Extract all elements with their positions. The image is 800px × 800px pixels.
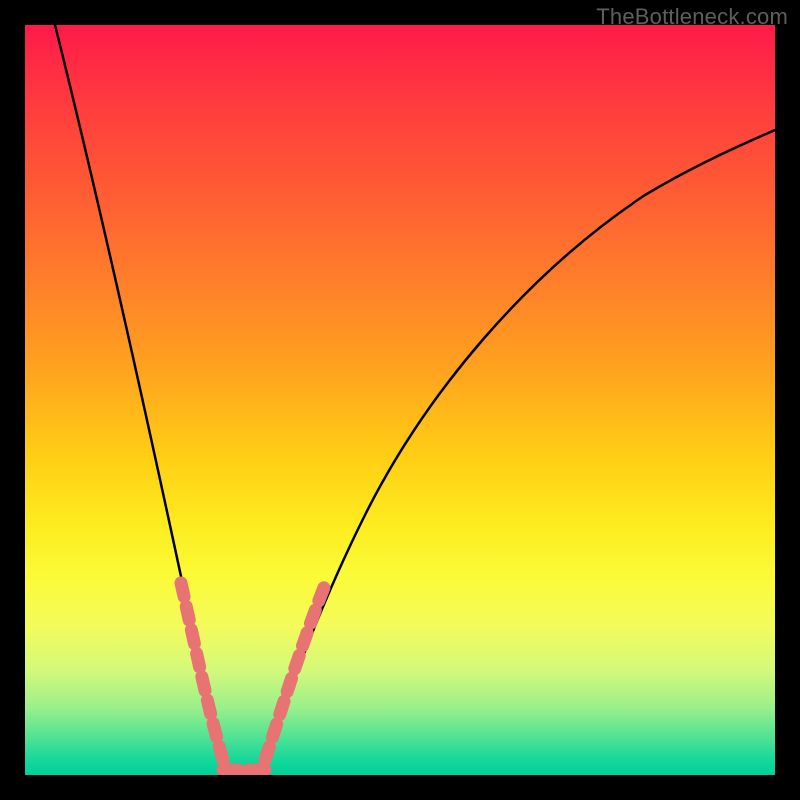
watermark-label: TheBottleneck.com (596, 4, 788, 30)
chart-frame: TheBottleneck.com (0, 0, 800, 800)
right-curve (260, 130, 775, 773)
plot-area (25, 25, 775, 775)
right-highlight-dots (265, 585, 325, 760)
chart-curves (25, 25, 775, 775)
left-highlight-dots (181, 583, 223, 760)
